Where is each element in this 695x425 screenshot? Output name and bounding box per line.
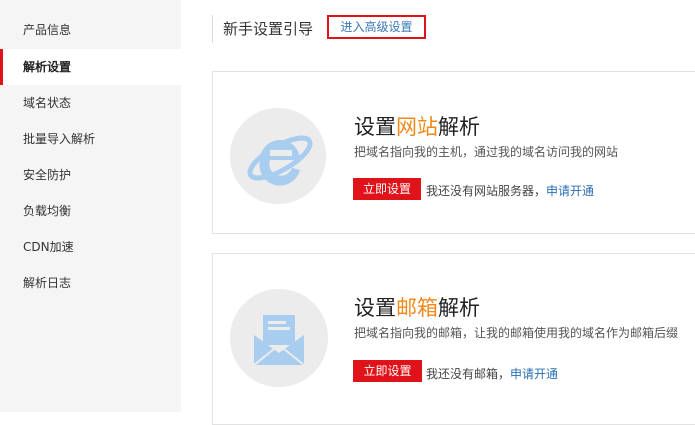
title-highlight: 邮箱 xyxy=(396,296,438,320)
page-title: 新手设置引导 xyxy=(223,20,314,38)
ie-browser-icon xyxy=(230,108,326,204)
mail-setup-button[interactable]: 立即设置 xyxy=(353,360,422,382)
title-highlight: 网站 xyxy=(396,115,438,139)
sidebar-item-cdn[interactable]: CDN加速 xyxy=(0,229,181,265)
sidebar-item-dns-settings[interactable]: 解析设置 xyxy=(0,49,181,85)
sidebar: 产品信息 解析设置 域名状态 批量导入解析 安全防护 负载均衡 CDN加速 解析… xyxy=(0,0,181,412)
website-setup-button[interactable]: 立即设置 xyxy=(353,178,421,200)
mail-dns-description: 把域名指向我的邮箱，让我的邮箱使用我的域名作为邮箱后缀 xyxy=(354,326,679,340)
mail-note: 我还没有邮箱，申请开通 xyxy=(426,365,558,382)
sidebar-item-security[interactable]: 安全防护 xyxy=(0,157,181,193)
website-note: 我还没有网站服务器，申请开通 xyxy=(426,182,594,199)
title-suffix: 解析 xyxy=(438,115,480,139)
website-dns-card: 设置网站解析 把域名指向我的主机，通过我的域名访问我的网站 立即设置 我还没有网… xyxy=(212,71,695,234)
mail-dns-card: 设置邮箱解析 把域名指向我的邮箱，让我的邮箱使用我的域名作为邮箱后缀 立即设置 … xyxy=(212,253,695,425)
note-text: 我还没有邮箱， xyxy=(426,367,511,381)
guide-header: 新手设置引导 进入高级设置 xyxy=(212,15,426,43)
sidebar-item-domain-status[interactable]: 域名状态 xyxy=(0,85,181,121)
title-prefix: 设置 xyxy=(354,115,396,139)
sidebar-item-dns-logs[interactable]: 解析日志 xyxy=(0,265,181,301)
apply-server-link[interactable]: 申请开通 xyxy=(546,184,594,198)
main-content: 新手设置引导 进入高级设置 设置网站解析 把域名指向我的主机，通过我的域名访问我… xyxy=(181,0,695,425)
website-dns-description: 把域名指向我的主机，通过我的域名访问我的网站 xyxy=(354,145,619,159)
mail-envelope-icon xyxy=(230,289,328,387)
mail-dns-title: 设置邮箱解析 xyxy=(354,292,480,322)
sidebar-item-load-balancing[interactable]: 负载均衡 xyxy=(0,193,181,229)
apply-mailbox-link[interactable]: 申请开通 xyxy=(510,367,558,381)
sidebar-item-product-info[interactable]: 产品信息 xyxy=(0,12,181,48)
title-suffix: 解析 xyxy=(438,296,480,320)
sidebar-item-bulk-import[interactable]: 批量导入解析 xyxy=(0,121,181,157)
note-text: 我还没有网站服务器， xyxy=(426,184,547,198)
title-prefix: 设置 xyxy=(354,296,396,320)
advanced-settings-link[interactable]: 进入高级设置 xyxy=(327,15,426,39)
website-dns-title: 设置网站解析 xyxy=(354,111,480,141)
